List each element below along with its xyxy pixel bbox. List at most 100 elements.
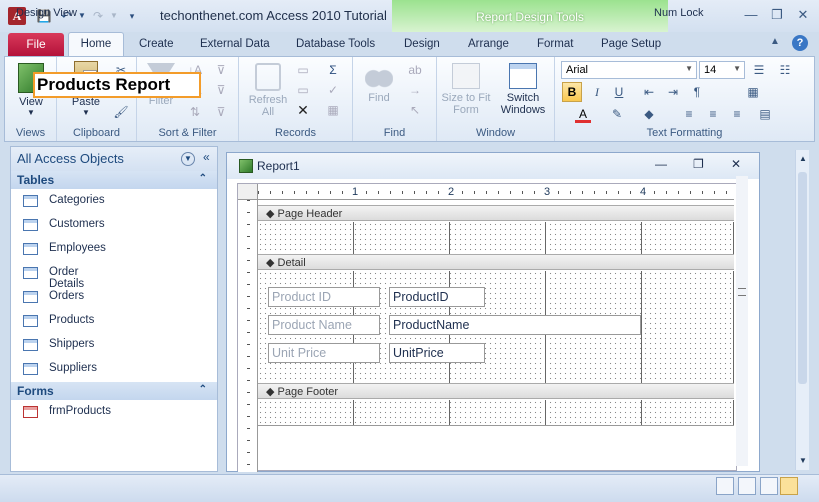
nav-menu-icon[interactable]: ▼ [181,152,195,166]
switch-windows-button[interactable]: Switch Windows [493,63,553,116]
highlight-color-icon[interactable]: ✎ [609,107,625,121]
layout-view-icon[interactable] [760,477,778,495]
page-header-section[interactable] [258,222,734,254]
tab-home[interactable]: Home [68,32,124,57]
product-name-textbox[interactable]: ProductName [389,315,641,335]
italic-button[interactable]: I [589,85,605,99]
align-right-icon[interactable]: ≡ [729,107,745,121]
report-selector[interactable] [238,184,258,200]
report-title-label: Report1 [257,159,300,173]
delete-icon[interactable]: ✕ [295,103,311,117]
scroll-thumb[interactable] [798,172,807,384]
tab-page-setup[interactable]: Page Setup [601,38,661,50]
size-to-fit-icon [452,63,480,89]
font-name-value: Arial [566,64,589,76]
group-find: Find ab → ↖ Find [353,57,437,141]
totals-icon[interactable]: Σ [325,63,341,77]
page-header-bar[interactable]: ◆ Page Header [258,205,734,221]
underline-button[interactable]: U [611,85,627,99]
detail-section[interactable]: Product ID ProductID Product Name Produc… [258,271,734,383]
tab-database-tools[interactable]: Database Tools [296,38,375,50]
ribbon: View ▼ Views Paste ▼ ✂ ⧉ 🖌 Clipboard Fil… [4,56,815,142]
chevron-down-icon: ▼ [733,64,741,73]
numbering-icon[interactable]: ☷ [777,63,793,77]
font-size-value: 14 [704,64,717,76]
group-window: Size to Fit Form Switch Windows Window [437,57,555,141]
collapse-icon[interactable]: ⌃ [199,384,207,395]
status-bar [0,474,819,502]
switch-windows-label: Switch Windows [500,92,546,116]
ruler-mark: 3 [543,186,552,198]
doc-restore-icon[interactable]: ❐ [693,157,704,171]
nav-section-tables[interactable]: Tables ⌃ [11,171,217,189]
close-icon[interactable]: ✕ [790,6,816,24]
grid-line [449,222,450,254]
nav-section-forms[interactable]: Forms ⌃ [11,382,217,400]
paragraph-icon[interactable]: ¶ [689,85,705,99]
restore-icon[interactable]: ❐ [764,6,790,24]
product-name-label[interactable]: Product Name [268,315,380,335]
collapse-icon[interactable]: ⌃ [199,173,207,184]
grid-line [641,222,642,254]
scroll-thumb-grip[interactable] [738,288,746,296]
unit-price-label[interactable]: Unit Price [268,343,380,363]
tab-external-data[interactable]: External Data [200,38,270,50]
detail-bar[interactable]: ◆ Detail [258,254,734,270]
report-title-label-control[interactable]: Products Report [33,72,201,98]
tab-file[interactable]: File [8,33,64,56]
fill-color-icon[interactable]: ◆ [641,107,657,121]
align-left-icon[interactable]: ≡ [681,107,697,121]
tab-format[interactable]: Format [537,38,573,50]
clipboard-group-label: Clipboard [72,127,121,139]
unit-price-textbox[interactable]: UnitPrice [389,343,485,363]
views-group-label: Views [15,127,46,139]
find-label: Find [368,92,390,104]
gridlines-icon[interactable]: ▦ [745,85,761,99]
scroll-down-icon[interactable]: ▼ [799,456,807,465]
table-icon [23,339,38,351]
workspace-vertical-scrollbar[interactable]: ▲ ▼ [795,150,809,470]
align-center-icon[interactable]: ≡ [705,107,721,121]
increase-indent-icon[interactable]: ⇥ [665,85,681,99]
print-preview-icon[interactable] [738,477,756,495]
scroll-up-icon[interactable]: ▲ [799,154,807,163]
tab-create[interactable]: Create [139,38,174,50]
bold-button[interactable]: B [562,82,582,102]
spelling-icon: ✓ [327,83,339,97]
font-color-icon[interactable]: A [575,107,591,121]
decrease-indent-icon[interactable]: ⇤ [641,85,657,99]
report-design-surface[interactable]: 1 2 3 4 5 ◆ Page Header ◆ Detail [237,183,744,472]
customize-qat-icon[interactable]: ▾ [124,8,140,24]
selection-icon: ⊽ [216,63,226,77]
design-view-icon[interactable] [780,477,798,495]
page-footer-bar[interactable]: ◆ Page Footer [258,383,734,399]
alternate-row-color-icon[interactable]: ▤ [757,107,773,121]
grid-line [353,222,354,254]
font-name-select[interactable]: Arial ▼ [561,61,697,79]
nav-item-label: Order Details [49,266,85,290]
report-vertical-scrollbar[interactable] [736,176,748,466]
product-id-textbox[interactable]: ProductID [389,287,485,307]
shutter-bar-icon[interactable]: « [203,150,210,164]
doc-minimize-icon[interactable]: — [655,157,667,171]
grid-line [733,400,734,425]
help-icon[interactable]: ? [792,35,808,51]
report-view-icon[interactable] [716,477,734,495]
window-group-label: Window [475,127,516,139]
doc-close-icon[interactable]: ✕ [731,157,741,171]
redo-icon: ↷ [92,9,104,23]
refresh-label: Refresh All [248,94,288,118]
format-painter-icon[interactable]: 🖌 [113,105,129,119]
bullets-icon[interactable]: ☰ [751,63,767,77]
sort-filter-group-label: Sort & Filter [158,127,217,139]
minimize-icon[interactable]: — [738,6,764,24]
nav-header[interactable]: All Access Objects ▼ « [11,147,217,171]
tab-arrange[interactable]: Arrange [468,38,509,50]
report-window: Report1 — ❐ ✕ 1 2 3 4 5 ◆ Page Header ◆ … [226,152,760,472]
page-footer-section[interactable] [258,400,734,426]
minimize-ribbon-icon[interactable]: ▲ [770,36,780,47]
grid-line [449,400,450,425]
font-size-select[interactable]: 14 ▼ [699,61,745,79]
tab-design[interactable]: Design [404,38,440,50]
product-id-label[interactable]: Product ID [268,287,380,307]
